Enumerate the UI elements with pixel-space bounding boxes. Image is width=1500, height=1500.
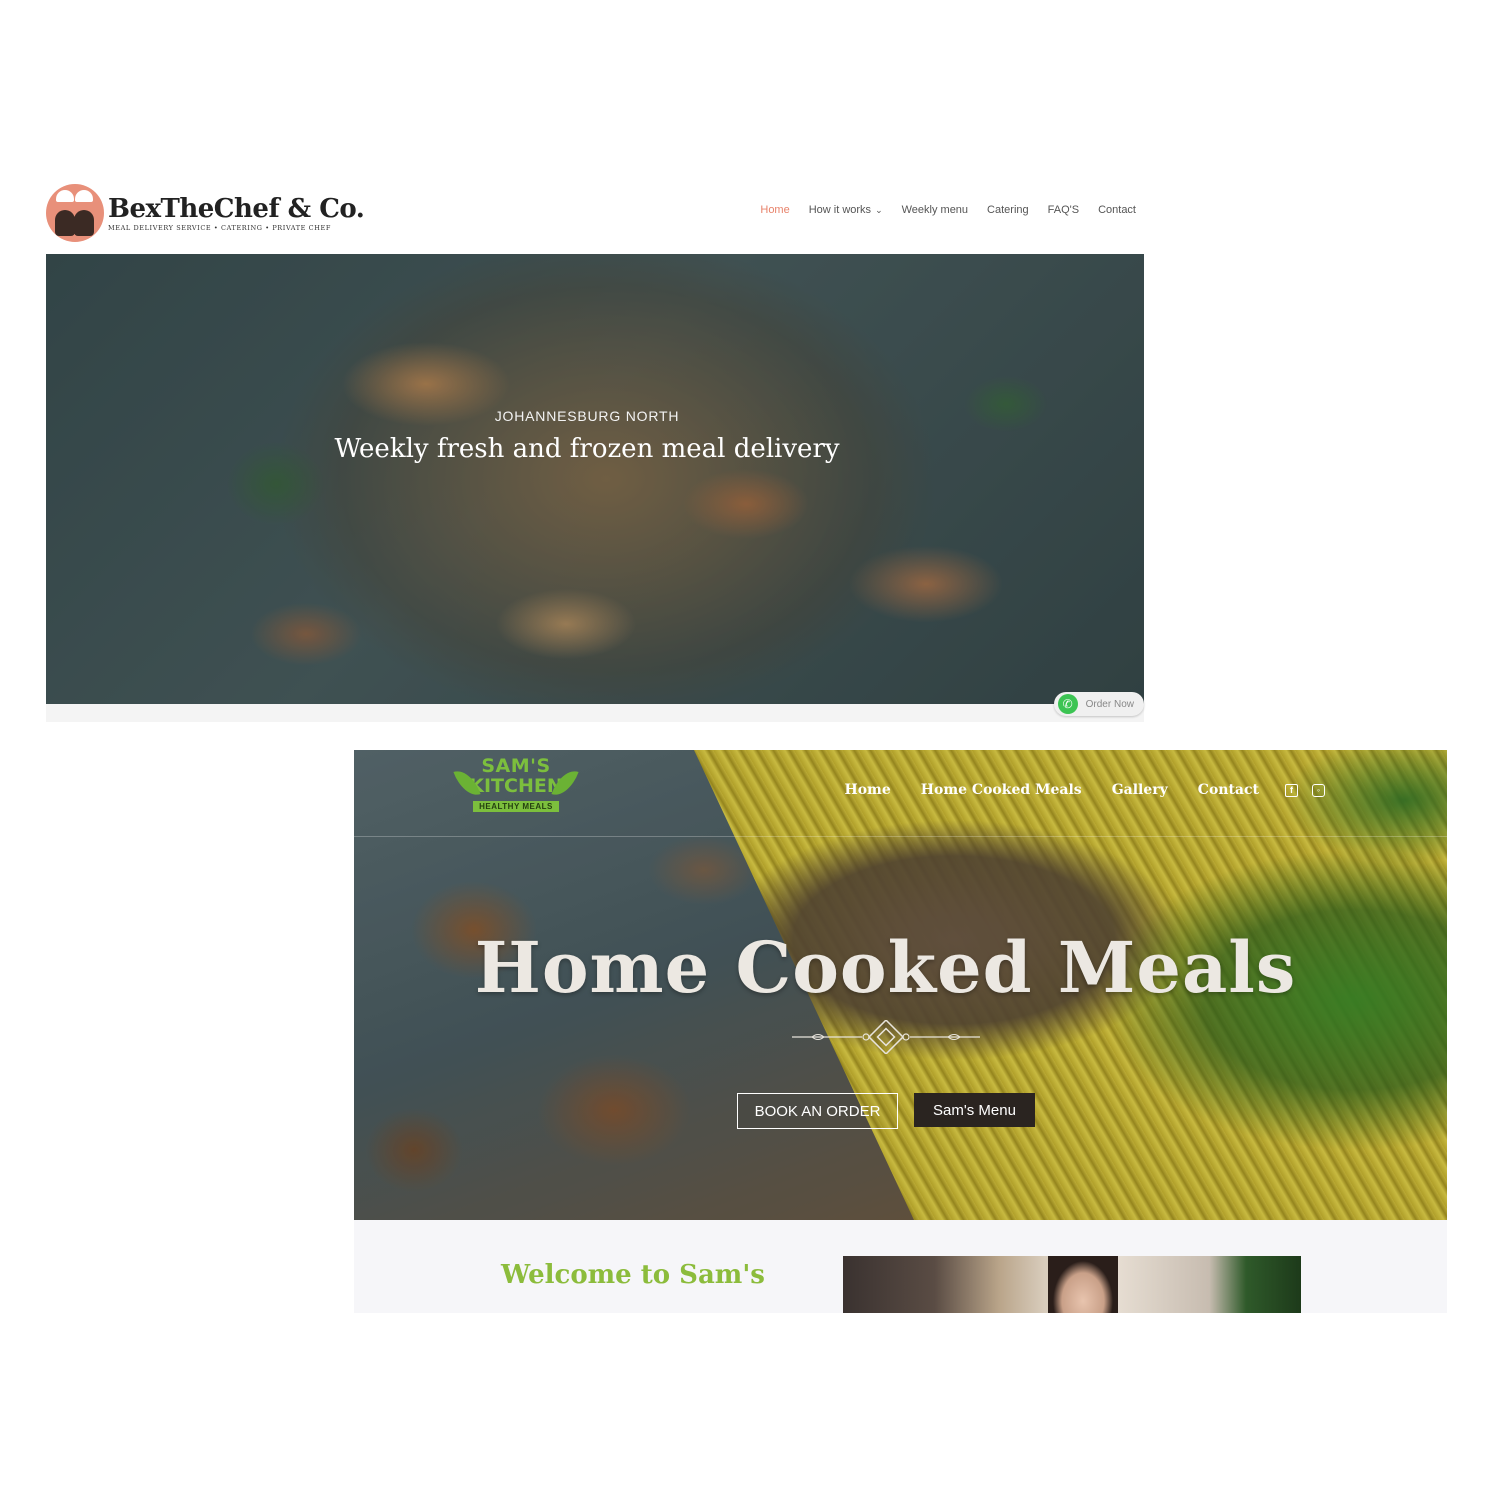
nav-weekly-menu[interactable]: Weekly menu xyxy=(902,204,968,216)
bexthechef-screenshot: BexTheChef & Co. MEAL DELIVERY SERVICE •… xyxy=(46,178,1144,722)
nav-contact[interactable]: Contact xyxy=(1098,204,1136,216)
chef-photo xyxy=(843,1256,1301,1313)
nav-how-it-works-label: How it works xyxy=(808,204,872,216)
bex-hero-banner: JOHANNESBURG NORTH Weekly fresh and froz… xyxy=(46,254,1144,704)
nav-contact[interactable]: Contact xyxy=(1198,782,1259,798)
nav-home[interactable]: Home xyxy=(760,204,789,216)
logo-name: BexTheChef & Co. xyxy=(108,193,365,224)
whatsapp-icon: ✆ xyxy=(1057,694,1078,714)
welcome-section: Welcome to Sam's xyxy=(354,1220,1447,1313)
order-now-button[interactable]: ✆ Order Now xyxy=(1053,692,1144,716)
welcome-heading: Welcome to Sam's xyxy=(501,1260,765,1290)
bex-main-nav: Home How it works ⌄ Weekly menu Catering … xyxy=(760,204,1136,216)
bex-footer-strip xyxy=(46,704,1144,722)
hero-subtitle: JOHANNESBURG NORTH xyxy=(494,408,680,424)
ornament-divider-icon xyxy=(792,1020,980,1054)
chevron-down-icon: ⌄ xyxy=(875,205,883,215)
logo-line-1: SAM'S xyxy=(481,755,551,777)
book-an-order-button[interactable]: BOOK AN ORDER xyxy=(737,1093,898,1129)
facebook-icon[interactable]: f xyxy=(1285,784,1298,797)
nav-faqs[interactable]: FAQ'S xyxy=(1048,204,1079,216)
sams-main-nav: Home Home Cooked Meals Gallery Contact xyxy=(844,782,1259,798)
instagram-icon[interactable]: ◦ xyxy=(1312,784,1325,797)
nav-gallery[interactable]: Gallery xyxy=(1112,782,1168,798)
logo-tagline: MEAL DELIVERY SERVICE • CATERING • PRIVA… xyxy=(108,223,331,232)
chef-logo-badge xyxy=(46,184,104,242)
nav-home-cooked-meals[interactable]: Home Cooked Meals xyxy=(921,782,1082,798)
hero-title: Weekly fresh and frozen meal delivery xyxy=(334,434,840,464)
order-now-label: Order Now xyxy=(1085,698,1134,710)
sams-hero-banner: SAM'S KITCHEN HEALTHY MEALS Home Home Co… xyxy=(354,750,1447,1220)
sams-logo[interactable]: SAM'S KITCHEN HEALTHY MEALS xyxy=(453,755,579,828)
logo-line-3: HEALTHY MEALS xyxy=(473,801,559,812)
nav-how-it-works[interactable]: How it works ⌄ xyxy=(809,204,883,216)
bex-logo[interactable]: BexTheChef & Co. MEAL DELIVERY SERVICE •… xyxy=(46,182,365,244)
nav-catering[interactable]: Catering xyxy=(987,204,1029,216)
sams-kitchen-screenshot: SAM'S KITCHEN HEALTHY MEALS Home Home Co… xyxy=(354,750,1447,1313)
social-links: f ◦ xyxy=(1285,784,1325,797)
hero-title: Home Cooked Meals xyxy=(474,926,1297,1009)
nav-home[interactable]: Home xyxy=(844,782,890,798)
sams-menu-button[interactable]: Sam's Menu xyxy=(914,1093,1035,1127)
